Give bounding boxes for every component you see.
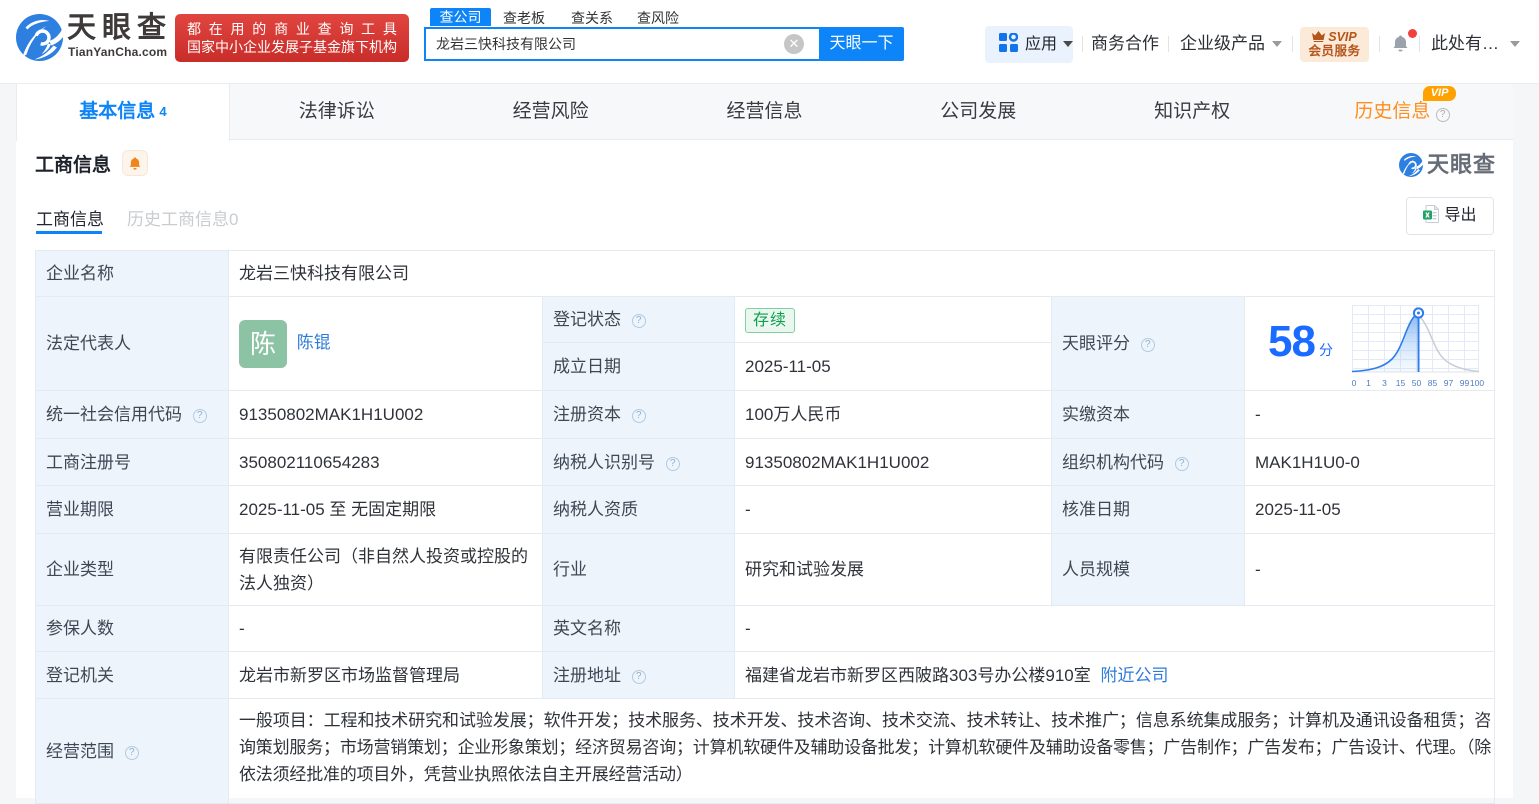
svg-text:1: 1 [1366, 378, 1371, 388]
svg-text:50: 50 [1412, 378, 1422, 388]
svg-text:100: 100 [1470, 378, 1484, 388]
svg-text:0: 0 [1352, 378, 1357, 388]
svg-text:97: 97 [1444, 378, 1454, 388]
svg-text:99: 99 [1460, 378, 1470, 388]
svg-text:3: 3 [1382, 378, 1387, 388]
svg-text:85: 85 [1428, 378, 1438, 388]
svg-text:15: 15 [1396, 378, 1406, 388]
